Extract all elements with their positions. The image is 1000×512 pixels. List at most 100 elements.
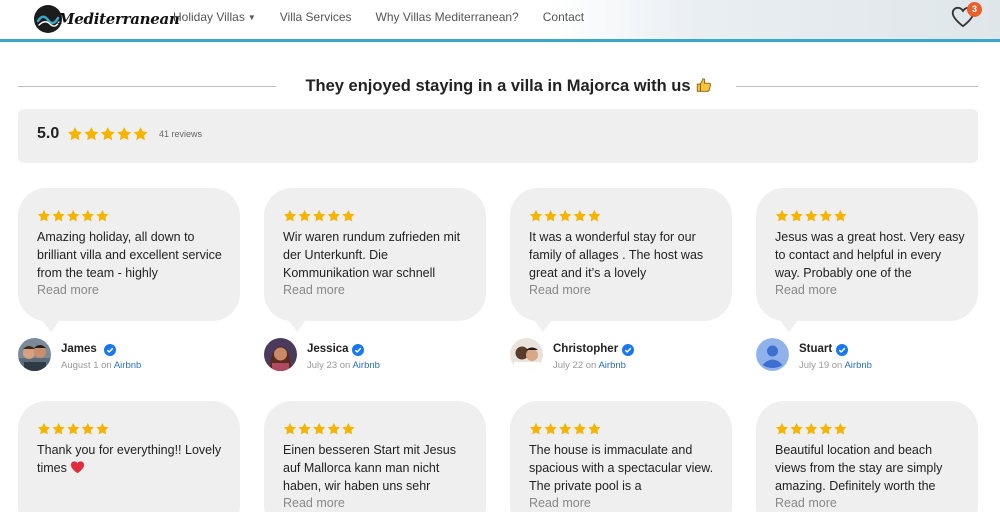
star-icon: [68, 127, 82, 141]
site-logo[interactable]: Mediterranean: [34, 5, 180, 33]
title-divider-right: [736, 86, 978, 87]
card-tail: [780, 320, 798, 332]
thumbs-up-icon: [695, 76, 713, 99]
star-icon: [559, 422, 572, 435]
read-more-link[interactable]: Read more: [529, 283, 591, 297]
caret-down-icon: ▼: [247, 13, 256, 22]
star-icon: [67, 422, 80, 435]
review-card: Beautiful location and beach views from …: [756, 401, 978, 512]
review-on: on: [831, 360, 843, 371]
star-icon: [327, 422, 340, 435]
star-icon: [67, 209, 80, 222]
review-on: on: [339, 360, 351, 371]
nav-contact-label: Contact: [542, 10, 585, 24]
section-title: They enjoyed staying in a villa in Major…: [294, 76, 724, 99]
star-icon: [342, 422, 355, 435]
star-icon: [342, 209, 355, 222]
nav-contact[interactable]: Contact: [543, 10, 584, 24]
main-nav: Holiday Villas ▼ Villa Services Why Villa…: [173, 10, 608, 24]
review-date: July 19: [799, 360, 830, 371]
avatar[interactable]: [18, 338, 51, 371]
star-icon: [96, 422, 109, 435]
nav-villa-services-label: Villa Services: [279, 10, 352, 24]
default-user-avatar-icon[interactable]: [756, 338, 789, 371]
review-meta: July 23 on Airbnb: [307, 360, 380, 371]
card-tail: [42, 320, 60, 332]
star-icon: [298, 422, 311, 435]
title-divider-left: [18, 86, 276, 87]
review-source-link[interactable]: Airbnb: [352, 360, 379, 371]
review-text: It was a wonderful stay for our family o…: [529, 230, 704, 280]
star-icon: [819, 209, 832, 222]
review-text-content: Thank you for everything!! Lovely times: [37, 443, 222, 475]
read-more-link[interactable]: Read more: [37, 283, 99, 297]
review-stars: [775, 209, 847, 228]
star-icon: [133, 127, 148, 141]
review-stars: [529, 422, 601, 441]
star-icon: [790, 209, 803, 222]
star-icon: [834, 422, 847, 435]
verified-badge-icon: [836, 343, 848, 361]
star-icon: [559, 209, 572, 222]
review-text: Wir waren rundum zufrieden mit der Unter…: [283, 230, 461, 280]
star-icon: [805, 209, 818, 222]
read-more-link[interactable]: Read more: [775, 496, 837, 510]
site-header: Mediterranean Holiday Villas ▼ Villa Serv…: [0, 0, 1000, 42]
star-icon: [313, 422, 326, 435]
read-more-link[interactable]: Read more: [283, 496, 345, 510]
verified-badge-icon: [352, 343, 364, 361]
card-tail: [288, 320, 306, 332]
read-more-link[interactable]: Read more: [529, 496, 591, 510]
review-count: 41 reviews: [159, 129, 203, 139]
review-meta: July 22 on Airbnb: [553, 360, 626, 371]
review-stars: [283, 209, 355, 228]
reviewer: Christopher July 22 on Airbnb: [510, 338, 720, 378]
review-text: Jesus was a great host. Very easy to con…: [775, 230, 965, 280]
star-icon: [573, 422, 586, 435]
review-on: on: [101, 360, 112, 371]
review-date: July 22: [553, 360, 584, 371]
reviewer-name: Stuart: [799, 343, 833, 355]
nav-why-villas[interactable]: Why Villas Mediterranean?: [376, 10, 519, 24]
nav-why-villas-label: Why Villas Mediterranean?: [375, 10, 519, 24]
read-more-link[interactable]: Read more: [283, 283, 345, 297]
review-card: Einen besseren Start mit Jesus auf Mallo…: [264, 401, 486, 512]
review-on: on: [585, 360, 597, 371]
avatar[interactable]: [510, 338, 543, 371]
review-stars: [37, 422, 109, 441]
rating-stars: [67, 126, 149, 147]
review-meta: July 19 on Airbnb: [799, 360, 872, 371]
review-source-link[interactable]: Airbnb: [114, 360, 141, 371]
review-card: Jesus was a great host. Very easy to con…: [756, 188, 978, 321]
reviewer: James August 1 on Airbnb: [18, 338, 228, 378]
review-card: It was a wonderful stay for our family o…: [510, 188, 732, 321]
star-icon: [775, 209, 789, 222]
review-card: Wir waren rundum zufrieden mit der Unter…: [264, 188, 486, 321]
star-icon: [37, 422, 51, 435]
review-source-link[interactable]: Airbnb: [598, 360, 625, 371]
avatar[interactable]: [264, 338, 297, 371]
review-stars: [37, 209, 109, 228]
section-title-row: They enjoyed staying in a villa in Major…: [18, 76, 978, 98]
nav-holiday-villas[interactable]: Holiday Villas ▼: [173, 10, 256, 24]
star-icon: [819, 422, 832, 435]
review-card: Amazing holiday, all down to brilliant v…: [18, 188, 240, 321]
star-icon: [283, 209, 297, 222]
review-date: July 23: [307, 360, 338, 371]
read-more-link[interactable]: Read more: [775, 283, 837, 297]
star-icon: [37, 209, 51, 222]
nav-villa-services[interactable]: Villa Services: [280, 10, 352, 24]
rating-summary: 5.0 41 reviews: [18, 109, 978, 163]
star-icon: [588, 422, 601, 435]
star-icon: [298, 209, 311, 222]
star-icon: [313, 209, 326, 222]
review-text: Beautiful location and beach views from …: [775, 443, 943, 493]
red-heart-icon: [70, 460, 85, 479]
star-icon: [81, 422, 94, 435]
star-icon: [52, 209, 65, 222]
star-icon: [81, 209, 94, 222]
star-icon: [544, 422, 557, 435]
star-icon: [573, 209, 586, 222]
section-title-text: They enjoyed staying in a villa in Major…: [305, 77, 691, 95]
review-source-link[interactable]: Airbnb: [844, 360, 871, 371]
